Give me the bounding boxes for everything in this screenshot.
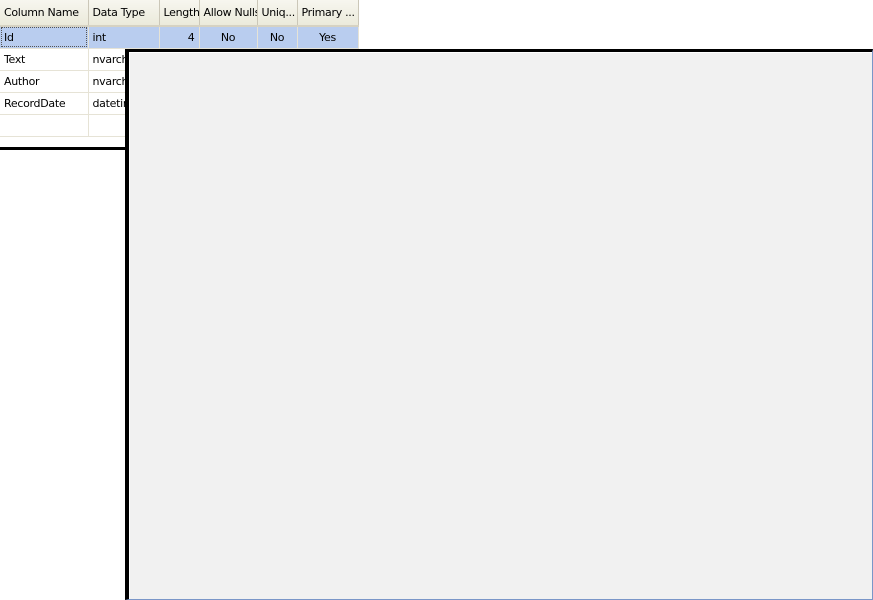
cell-column-name[interactable]: Id [0,26,89,49]
header-primary-key[interactable]: Primary ... [297,0,359,27]
header-data-type[interactable]: Data Type [88,0,160,27]
cell-length[interactable]: 4 [159,26,200,49]
overlay-window-body [129,52,872,599]
cell-allow-nulls[interactable]: No [199,26,258,49]
header-allow-nulls[interactable]: Allow Nulls [199,0,258,27]
cell-column-name[interactable]: Author [0,70,89,93]
cell-column-name[interactable]: RecordDate [0,92,89,115]
cell-column-name[interactable]: Text [0,48,89,71]
cell-unique[interactable]: No [257,26,298,49]
header-row: Column Name Data Type Length Allow Nulls… [0,0,359,27]
table-row[interactable]: Id int 4 No No Yes [0,26,359,49]
cell-primary-key[interactable]: Yes [297,26,359,49]
cell-data-type[interactable]: int [88,26,160,49]
overlay-window-panel [125,49,873,600]
cell-column-name[interactable] [0,114,89,137]
header-unique[interactable]: Uniq... [257,0,298,27]
header-column-name[interactable]: Column Name [0,0,89,27]
header-length[interactable]: Length [159,0,200,27]
